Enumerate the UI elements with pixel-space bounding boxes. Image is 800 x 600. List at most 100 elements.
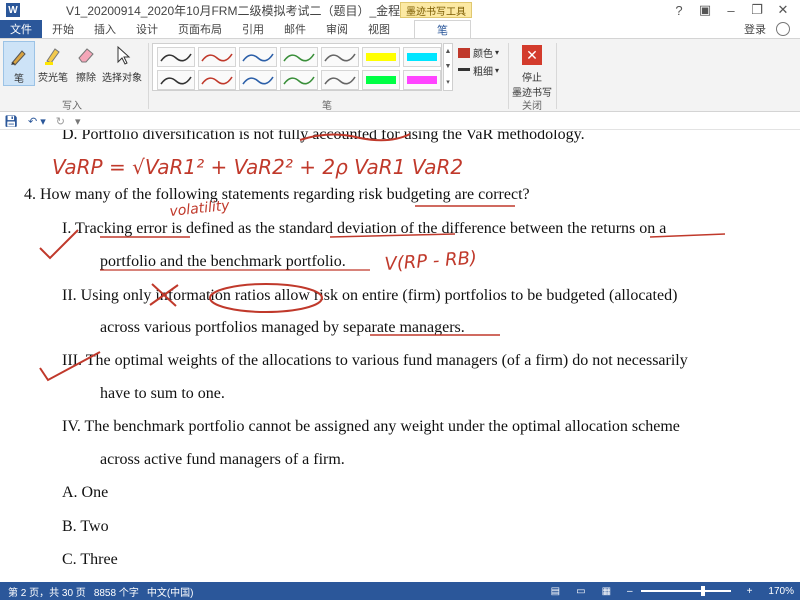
- ribbon-display-icon[interactable]: ▣: [692, 0, 718, 20]
- highlighter-pen-swatch[interactable]: [362, 70, 400, 90]
- tab-view[interactable]: 视图: [358, 20, 400, 38]
- stop-inking-button[interactable]: ✕ 停止 墨迹书写: [512, 41, 552, 99]
- highlighter-button[interactable]: 荧光笔: [36, 41, 70, 84]
- highlighter-pen-swatch[interactable]: [403, 70, 441, 90]
- pen-color-label: 颜色: [473, 49, 493, 60]
- tab-design[interactable]: 设计: [126, 20, 168, 38]
- tab-insert[interactable]: 插入: [84, 20, 126, 38]
- save-icon[interactable]: 💾︎: [4, 115, 18, 128]
- pen-swatch[interactable]: [157, 47, 195, 67]
- ribbon-separator: [508, 43, 509, 109]
- pen-swatch[interactable]: [321, 70, 359, 90]
- statement-iii-line-2: have to sum to one.: [100, 385, 225, 402]
- tab-home[interactable]: 开始: [42, 20, 84, 38]
- gallery-more-icon[interactable]: ▾: [446, 78, 450, 86]
- pen-color-dropdown[interactable]: 颜色 ▾: [458, 45, 499, 60]
- word-app-icon: W: [6, 3, 20, 17]
- select-objects-label: 选择对象: [102, 73, 142, 84]
- zoom-in-icon[interactable]: +: [747, 586, 753, 597]
- eraser-button-label: 擦除: [76, 73, 96, 84]
- language[interactable]: 中文(中国): [147, 584, 194, 599]
- zoom-slider-thumb[interactable]: [700, 586, 705, 596]
- pen-weight-dropdown[interactable]: 粗细 ▾: [458, 63, 499, 78]
- answer-c-line: C. Three: [62, 551, 118, 568]
- pen-gallery-scroll[interactable]: ▲ ▼ ▾: [443, 43, 453, 91]
- undo-icon[interactable]: ↶ ▾: [28, 115, 46, 128]
- stop-inking-icon: ✕: [518, 41, 546, 69]
- statement-iv-line-1: IV. The benchmark portfolio cannot be as…: [62, 418, 680, 435]
- ribbon-tabs: 文件 开始 插入 设计 页面布局 引用 邮件 审阅 视图 笔: [0, 20, 800, 38]
- pen-weight-label: 粗细: [473, 67, 493, 78]
- close-icon[interactable]: ✕: [770, 0, 796, 20]
- read-mode-icon[interactable]: ▤: [551, 586, 560, 597]
- tab-page-layout[interactable]: 页面布局: [168, 20, 232, 38]
- print-layout-icon[interactable]: ▭: [576, 586, 585, 597]
- ribbon-separator: [148, 43, 149, 109]
- pen-gallery: [152, 43, 442, 91]
- pen-swatch[interactable]: [198, 47, 236, 67]
- highlighter-pen-swatch[interactable]: [362, 47, 400, 67]
- tab-review[interactable]: 审阅: [316, 20, 358, 38]
- scroll-down-icon[interactable]: ▼: [445, 63, 452, 70]
- write-group-label: 写入: [62, 101, 82, 112]
- zoom-level[interactable]: 170%: [768, 586, 794, 597]
- ribbon-pen: 笔 荧光笔 擦除 选择对象 写入 ▲ ▼ ▾ 颜色 ▾ 粗细 ▾ 笔 ✕ 停止 …: [0, 38, 800, 112]
- document-page[interactable]: D. Portfolio diversification is not full…: [0, 130, 800, 582]
- pen-swatch[interactable]: [280, 70, 318, 90]
- status-bar: 第 2 页，共 30 页 8858 个字 中文(中国) ▤ ▭ ▦ – + 17…: [0, 582, 800, 600]
- tab-pen[interactable]: 笔: [414, 20, 471, 38]
- restore-icon[interactable]: ❐: [744, 0, 770, 20]
- pen-icon: [5, 42, 33, 70]
- chevron-down-icon: ▾: [495, 48, 500, 57]
- ink-variance: V(RP - RB): [384, 248, 478, 275]
- pen-button[interactable]: 笔: [3, 41, 35, 86]
- login-link[interactable]: 登录: [744, 20, 766, 38]
- answer-a-line: A. One: [62, 484, 109, 501]
- ink-formula: VaRP = √VaR1² + VaR2² + 2ρ VaR1 VaR2: [52, 155, 463, 179]
- quick-access-toolbar: 💾︎ ↶ ▾ ↻ ▾: [0, 113, 800, 130]
- eraser-button[interactable]: 擦除: [72, 41, 100, 84]
- pen-weight-icon: [458, 67, 470, 74]
- option-d-line: D. Portfolio diversification is not full…: [62, 130, 585, 143]
- statement-ii-line-1: II. Using only information ratios allow …: [62, 287, 678, 304]
- web-layout-icon[interactable]: ▦: [602, 586, 611, 597]
- ink-tools-context-tab: 墨迹书写工具: [400, 2, 472, 18]
- minimize-icon[interactable]: –: [718, 0, 744, 20]
- pen-swatch[interactable]: [280, 47, 318, 67]
- pen-button-label: 笔: [14, 74, 24, 85]
- highlighter-button-label: 荧光笔: [38, 73, 68, 84]
- zoom-slider[interactable]: [640, 586, 731, 596]
- redo-icon[interactable]: ↻: [56, 115, 65, 128]
- tab-references[interactable]: 引用: [232, 20, 274, 38]
- stop-inking-label-1: 停止: [522, 73, 542, 84]
- statement-i-line-1: I. Tracking error is defined as the stan…: [62, 220, 667, 237]
- statement-iv-line-2: across active fund managers of a firm.: [100, 451, 345, 468]
- pen-swatch[interactable]: [198, 70, 236, 90]
- pen-swatch[interactable]: [321, 47, 359, 67]
- word-count[interactable]: 8858 个字: [94, 584, 139, 599]
- feedback-smiley-icon[interactable]: [776, 22, 790, 36]
- tab-file[interactable]: 文件: [0, 20, 42, 38]
- pens-group-label: 笔: [322, 101, 332, 112]
- title-bar: W V1_20200914_2020年10月FRM二级模拟考试二（题目）_金程教…: [0, 0, 800, 20]
- statement-iii-line-1: III. The optimal weights of the allocati…: [62, 352, 688, 369]
- highlighter-icon: [39, 41, 67, 69]
- statement-ii-line-2: across various portfolios managed by sep…: [100, 319, 465, 336]
- page-count[interactable]: 第 2 页，共 30 页: [8, 584, 86, 599]
- help-icon[interactable]: ?: [666, 0, 692, 20]
- pen-swatch[interactable]: [239, 70, 277, 90]
- pen-swatch[interactable]: [157, 70, 195, 90]
- tab-mailings[interactable]: 邮件: [274, 20, 316, 38]
- highlighter-pen-swatch[interactable]: [403, 47, 441, 67]
- pen-swatch[interactable]: [239, 47, 277, 67]
- scroll-up-icon[interactable]: ▲: [445, 48, 452, 55]
- question-4-line: 4. How many of the following statements …: [24, 186, 530, 203]
- zoom-out-icon[interactable]: –: [627, 586, 633, 597]
- select-objects-button[interactable]: 选择对象: [102, 41, 142, 84]
- chevron-down-icon: ▾: [495, 66, 500, 75]
- select-cursor-icon: [108, 41, 136, 69]
- customize-qat-icon[interactable]: ▾: [75, 115, 81, 128]
- window-controls: ? ▣ – ❐ ✕: [666, 0, 796, 20]
- pen-color-icon: [458, 47, 470, 58]
- statement-i-line-2: portfolio and the benchmark portfolio.: [100, 253, 346, 270]
